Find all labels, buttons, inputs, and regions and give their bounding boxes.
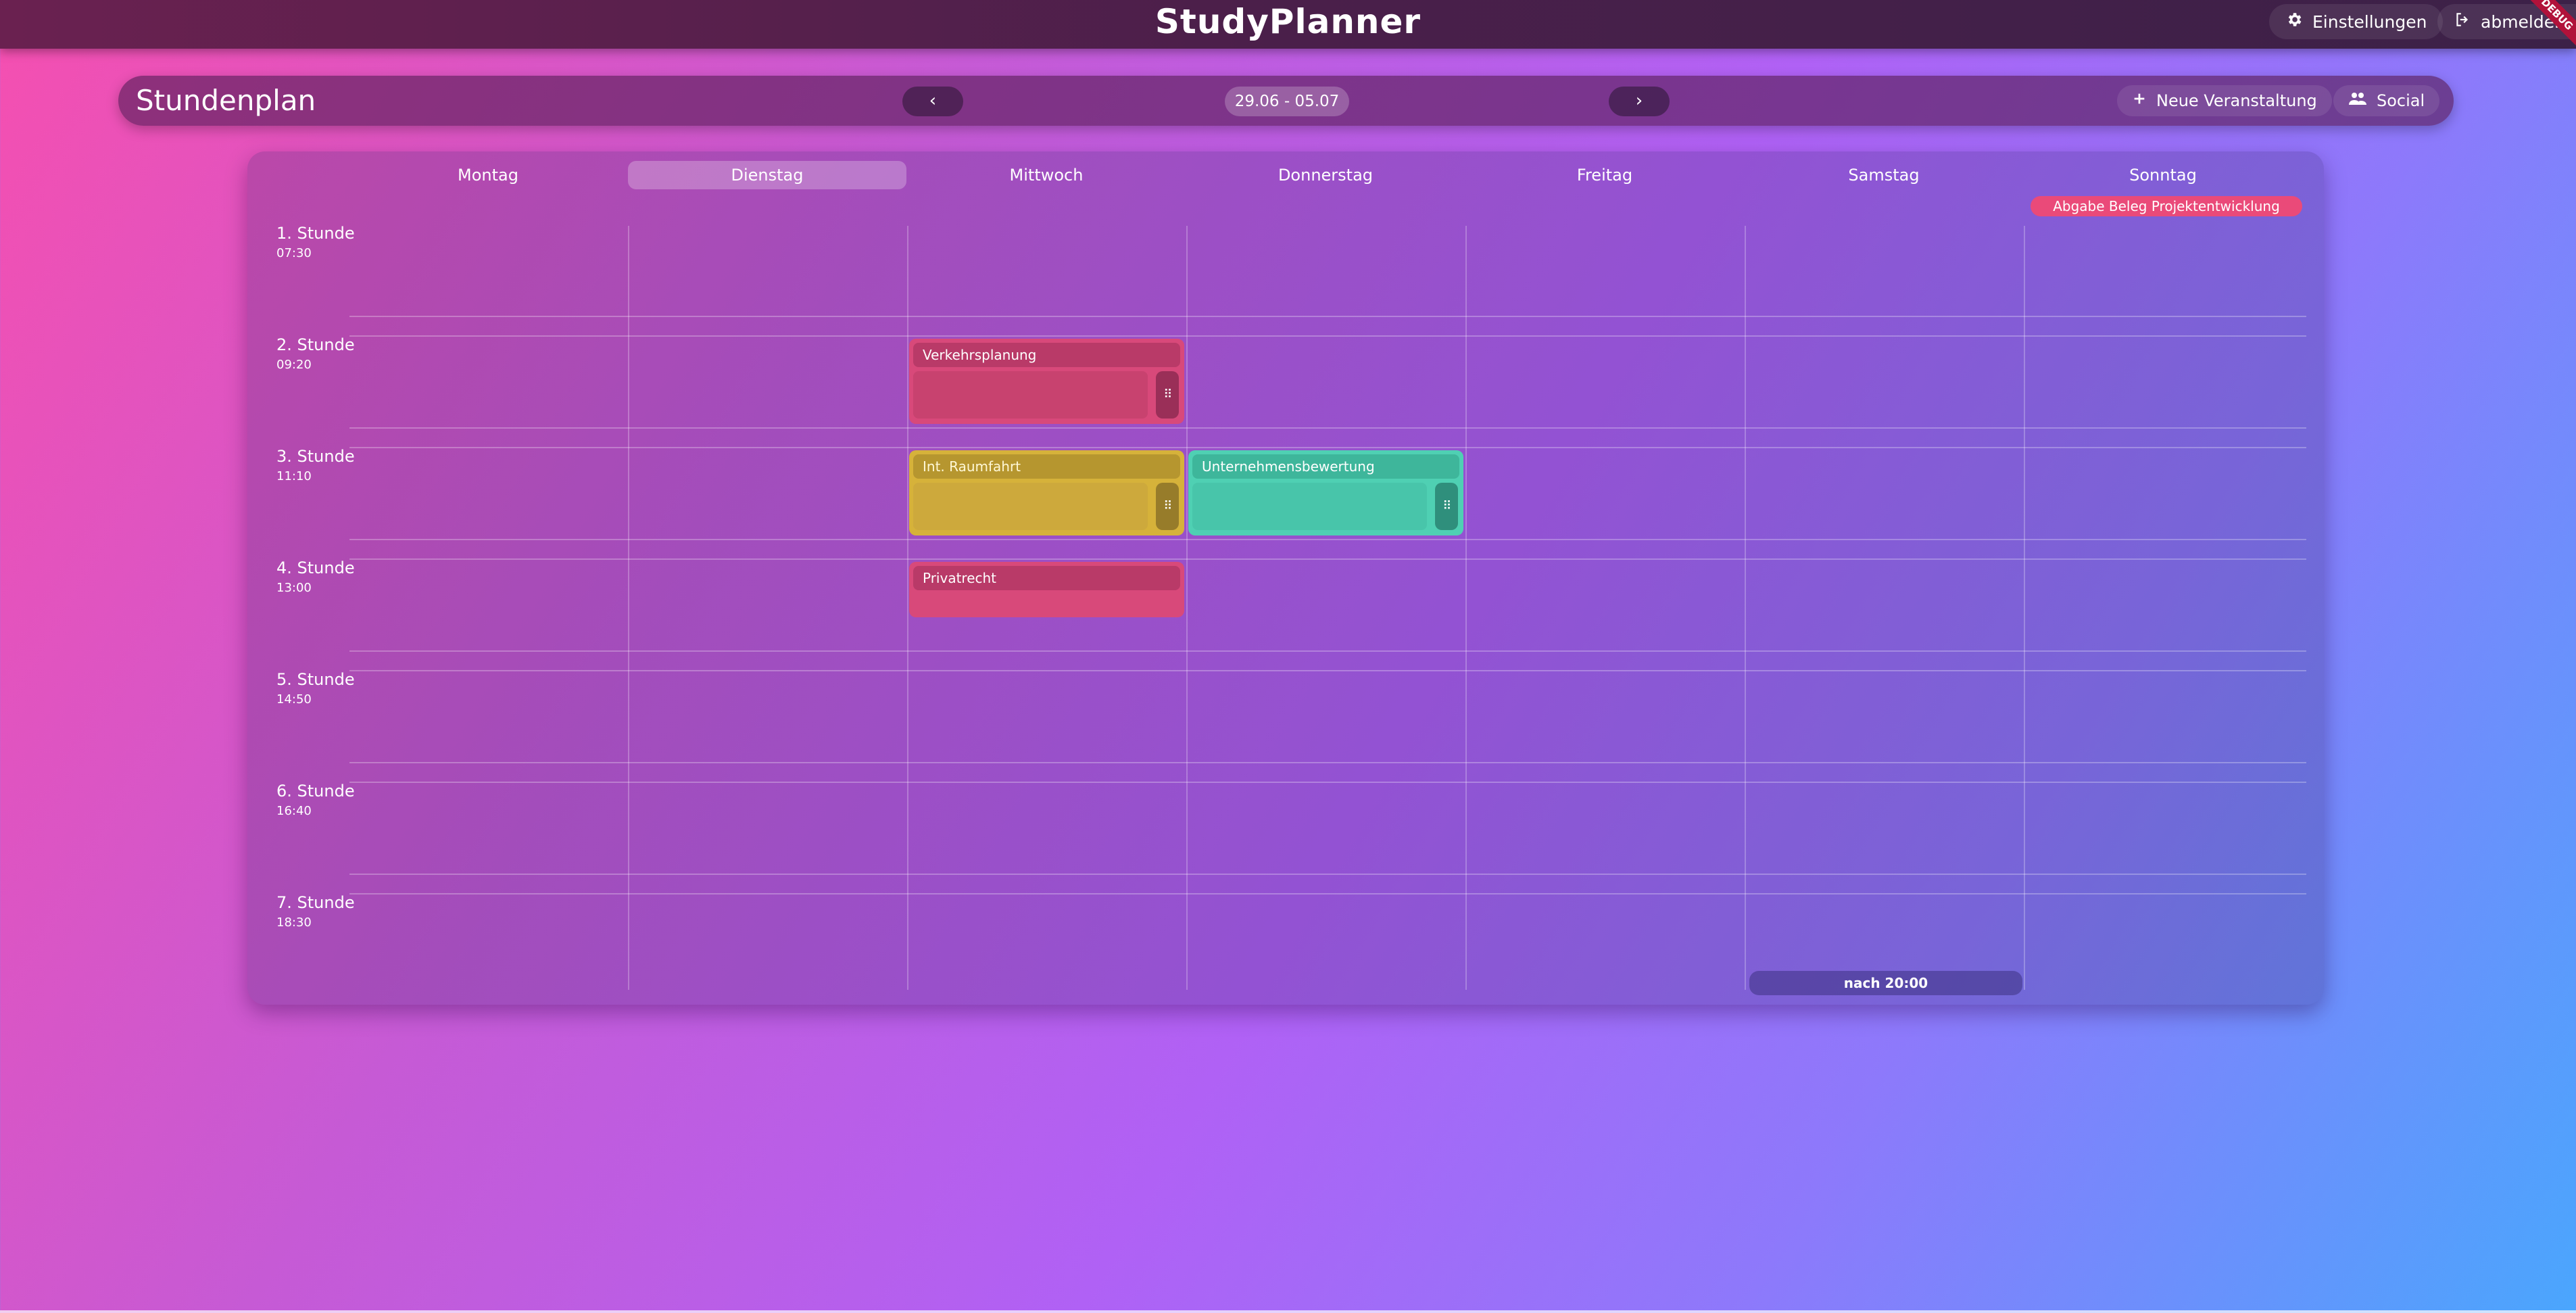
event-unternehmensbewertung[interactable]: Unternehmensbewertung ⠿ <box>1188 450 1463 535</box>
event-title: Int. Raumfahrt <box>913 454 1180 479</box>
row-divider <box>349 782 2306 783</box>
day-header-mittwoch[interactable]: Mittwoch <box>907 161 1186 189</box>
logout-icon <box>2454 11 2471 32</box>
row-divider <box>349 539 2306 540</box>
slot-label-3: 3. Stunde <box>276 447 355 466</box>
column-divider <box>1465 226 1467 990</box>
slot-label-5: 5. Stunde <box>276 670 355 689</box>
slot-time-3: 11:10 <box>276 469 312 483</box>
schedule-toolbar: Stundenplan ‹ 29.06 - 05.07 › Neue Veran… <box>118 76 2454 126</box>
prev-week-button[interactable]: ‹ <box>902 87 963 116</box>
slot-time-2: 09:20 <box>276 358 312 372</box>
event-body <box>913 483 1148 530</box>
slot-time-6: 16:40 <box>276 804 312 818</box>
column-divider <box>907 226 908 990</box>
new-event-button[interactable]: Neue Veranstaltung <box>2117 85 2332 116</box>
drag-handle-icon[interactable]: ⠿ <box>1156 371 1179 419</box>
slot-label-4: 4. Stunde <box>276 558 355 577</box>
week-calendar: Montag Dienstag Mittwoch Donnerstag Frei… <box>247 151 2324 1005</box>
slot-label-2: 2. Stunde <box>276 335 355 354</box>
all-day-event[interactable]: Abgabe Beleg Projektentwicklung <box>2031 196 2302 216</box>
day-header-sonntag[interactable]: Sonntag <box>2024 161 2302 189</box>
event-int-raumfahrt[interactable]: Int. Raumfahrt ⠿ <box>909 450 1184 535</box>
slot-label-7: 7. Stunde <box>276 893 355 912</box>
column-divider <box>628 226 629 990</box>
event-privatrecht[interactable]: Privatrecht <box>909 562 1184 617</box>
after-hours-pill[interactable]: nach 20:00 <box>1749 971 2022 995</box>
settings-button[interactable]: Einstellungen <box>2269 4 2444 39</box>
column-divider <box>1745 226 1746 990</box>
slot-time-4: 13:00 <box>276 581 312 595</box>
column-divider <box>1186 226 1188 990</box>
event-title: Privatrecht <box>913 566 1180 590</box>
app-brand: StudyPlanner <box>1155 2 1421 41</box>
event-body <box>913 371 1148 419</box>
day-header-freitag[interactable]: Freitag <box>1465 161 1744 189</box>
drag-handle-icon[interactable]: ⠿ <box>1435 483 1458 530</box>
settings-label: Einstellungen <box>2312 11 2427 32</box>
slot-time-5: 14:50 <box>276 692 312 707</box>
people-icon <box>2348 91 2367 110</box>
row-divider <box>349 427 2306 429</box>
row-divider <box>349 558 2306 560</box>
row-divider <box>349 762 2306 763</box>
social-button[interactable]: Social <box>2333 85 2440 116</box>
slot-label-6: 6. Stunde <box>276 782 355 801</box>
slot-time-7: 18:30 <box>276 915 312 930</box>
column-divider <box>2024 226 2025 990</box>
event-title: Verkehrsplanung <box>913 343 1180 367</box>
drag-handle-icon[interactable]: ⠿ <box>1156 483 1179 530</box>
day-header-samstag[interactable]: Samstag <box>1745 161 2023 189</box>
social-label: Social <box>2377 91 2425 110</box>
row-divider <box>349 893 2306 894</box>
day-header-dienstag[interactable]: Dienstag <box>628 161 906 189</box>
slot-label-1: 1. Stunde <box>276 224 355 243</box>
date-range[interactable]: 29.06 - 05.07 <box>1225 87 1349 116</box>
plus-icon <box>2132 91 2147 110</box>
app-bar: StudyPlanner Einstellungen abmelden DEBU… <box>0 0 2576 54</box>
day-header-montag[interactable]: Montag <box>349 161 627 189</box>
row-divider <box>349 650 2306 652</box>
next-week-button[interactable]: › <box>1609 87 1670 116</box>
bottom-edge <box>0 1310 2576 1313</box>
row-divider <box>349 670 2306 671</box>
row-divider <box>349 335 2306 337</box>
slot-time-1: 07:30 <box>276 246 312 260</box>
day-header-donnerstag[interactable]: Donnerstag <box>1186 161 1465 189</box>
gear-icon <box>2285 11 2303 32</box>
row-divider <box>349 874 2306 875</box>
new-event-label: Neue Veranstaltung <box>2156 91 2317 110</box>
row-divider <box>349 447 2306 448</box>
event-body <box>1192 483 1427 530</box>
event-verkehrsplanung[interactable]: Verkehrsplanung ⠿ <box>909 339 1184 424</box>
row-divider <box>349 316 2306 317</box>
page-title: Stundenplan <box>136 84 316 117</box>
event-title: Unternehmensbewertung <box>1192 454 1459 479</box>
